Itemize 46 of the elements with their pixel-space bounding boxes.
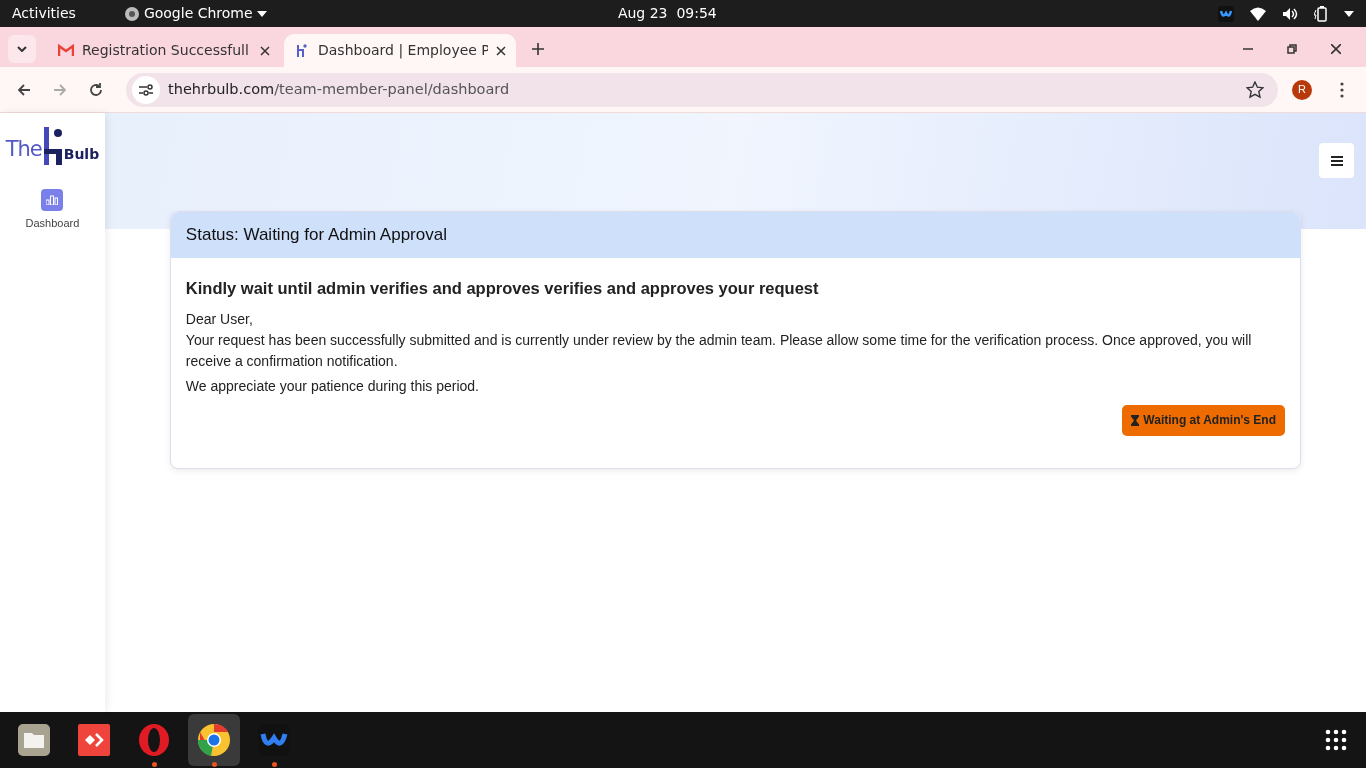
profile-avatar[interactable]: R: [1292, 79, 1312, 100]
dock-app[interactable]: [188, 714, 240, 766]
address-bar[interactable]: thehrbulb.com/team-member-panel/dashboard: [126, 72, 1278, 107]
close-icon: [1331, 44, 1341, 54]
back-icon: [16, 81, 32, 98]
forward-icon: [52, 81, 68, 98]
tune-icon: [139, 83, 153, 96]
tab-list-button[interactable]: [8, 35, 36, 63]
restore-icon: [1287, 44, 1297, 54]
url-text: thehrbulb.com/team-member-panel/dashboard: [168, 79, 511, 99]
app-menu[interactable]: Google Chrome: [123, 3, 267, 24]
sidebar-item[interactable]: Dashboard: [25, 189, 80, 232]
close-icon[interactable]: [260, 45, 270, 56]
caret-icon[interactable]: [1344, 10, 1354, 17]
close-icon[interactable]: [496, 45, 506, 56]
volume-icon: [1282, 6, 1298, 21]
wifi-icon: [1250, 6, 1266, 21]
paragraph-text: We appreciate your patience during this period.: [185, 376, 480, 396]
mail-icon: [58, 42, 74, 59]
site-icon: [294, 42, 310, 59]
folder-icon: [17, 723, 51, 757]
reload-icon: [88, 81, 104, 98]
browser-tab[interactable]: Registration Successfull: [48, 34, 280, 67]
bar-chart-icon: [46, 195, 59, 205]
site-info-button[interactable]: [132, 75, 160, 104]
caret-icon: [256, 10, 267, 17]
grid-icon: [1325, 729, 1347, 751]
star-icon[interactable]: [1246, 80, 1264, 99]
hourglass-icon: [1131, 414, 1140, 426]
menu-toggle-button[interactable]: [1319, 143, 1354, 178]
paragraph-text: Your request has been successfully submitted and is currently under review by the admin team. Please allow some time for the verification process. Once approved, you will receive a confirmation notification.: [185, 330, 1253, 371]
menu-icon: [1330, 155, 1343, 166]
battery-icon: [1314, 5, 1328, 22]
logo: The Bulb: [5, 121, 100, 165]
activities-button[interactable]: Activities: [12, 3, 76, 24]
status-badge: Waiting at Admin's End: [1122, 404, 1285, 436]
plus-icon: [532, 43, 544, 55]
card-heading: Kindly wait until admin verifies and approves verifies and approves your request: [185, 277, 820, 299]
chevron-down-icon: [17, 46, 27, 52]
paragraph-text: Dear User,: [185, 309, 254, 329]
letter-o-icon: [137, 723, 171, 757]
webex-icon: [1218, 5, 1234, 22]
card-header: Status: Waiting for Admin Approval: [170, 212, 1300, 258]
more-vertical-icon: [1340, 81, 1344, 98]
clock[interactable]: Aug 23 09:54: [617, 3, 867, 24]
minimize-icon: [1243, 48, 1253, 50]
